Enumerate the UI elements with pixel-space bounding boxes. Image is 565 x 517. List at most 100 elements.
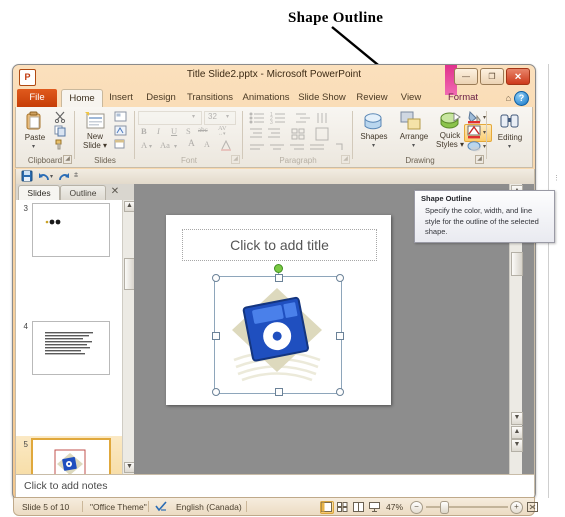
- tab-design[interactable]: Design: [141, 89, 181, 107]
- thumbnail-slide-4[interactable]: 4: [16, 318, 123, 377]
- slide-show-view-button[interactable]: [368, 501, 382, 514]
- panel-tab-slides[interactable]: Slides: [18, 185, 60, 201]
- editing-button-label[interactable]: Editing: [490, 133, 530, 142]
- reading-view-button[interactable]: [352, 501, 366, 514]
- format-painter-icon[interactable]: [54, 139, 66, 151]
- help-icon[interactable]: ?: [514, 91, 529, 106]
- shapes-icon[interactable]: [362, 110, 386, 132]
- restore-button[interactable]: ❐: [480, 68, 504, 85]
- thumbnail-slide-5[interactable]: 5: [16, 436, 123, 474]
- drawing-dialog-launcher[interactable]: ◢: [475, 155, 484, 164]
- binoculars-icon[interactable]: [500, 112, 520, 130]
- shape-fill-icon[interactable]: [467, 110, 482, 124]
- font-color-button[interactable]: A: [141, 140, 147, 150]
- change-case-caret[interactable]: ▾: [174, 143, 177, 150]
- zoom-out-button[interactable]: −: [410, 501, 423, 514]
- handle-top-center[interactable]: [275, 274, 283, 282]
- paste-dropdown-caret[interactable]: ▾: [32, 143, 35, 150]
- zoom-in-button[interactable]: +: [510, 501, 523, 514]
- handle-bottom-right[interactable]: [336, 388, 344, 396]
- handle-top-left[interactable]: [212, 274, 220, 282]
- text-shadow-button[interactable]: S: [186, 126, 191, 136]
- font-color-caret[interactable]: ▾: [149, 143, 152, 150]
- editing-caret[interactable]: ▾: [508, 143, 511, 150]
- rotation-handle[interactable]: [274, 264, 283, 273]
- stage-scroll-thumb[interactable]: [511, 252, 523, 276]
- language-status[interactable]: English (Canada): [176, 502, 242, 512]
- panel-tab-outline[interactable]: Outline: [60, 185, 106, 201]
- zoom-level[interactable]: 47%: [386, 502, 403, 512]
- paste-button-label[interactable]: Paste: [18, 133, 52, 142]
- customize-qat-icon[interactable]: ⩲: [74, 172, 78, 180]
- previous-slide-button[interactable]: ▲: [511, 426, 523, 439]
- save-icon[interactable]: [21, 170, 33, 182]
- shapes-button-label[interactable]: Shapes: [354, 132, 394, 141]
- new-slide-button[interactable]: New Slide ▾: [80, 132, 110, 150]
- character-spacing-caret[interactable]: ↔▾: [218, 131, 226, 137]
- bold-button[interactable]: B: [141, 126, 147, 136]
- tab-animations[interactable]: Animations: [239, 89, 293, 107]
- zoom-slider-track[interactable]: [426, 506, 508, 508]
- font-name-caret[interactable]: ▾: [192, 113, 195, 120]
- section-icon[interactable]: [114, 139, 128, 151]
- undo-caret[interactable]: ▾: [50, 173, 53, 180]
- italic-button[interactable]: I: [157, 126, 160, 136]
- tab-review[interactable]: Review: [351, 89, 393, 107]
- cut-icon[interactable]: [54, 111, 66, 123]
- slide-thumbnail-list[interactable]: 3 4 5: [16, 200, 123, 474]
- new-slide-icon[interactable]: [84, 111, 106, 131]
- shape-effects-icon[interactable]: [467, 140, 482, 153]
- arrange-button-label[interactable]: Arrange: [394, 132, 434, 141]
- notes-pane[interactable]: Click to add notes: [15, 474, 535, 499]
- spellcheck-icon[interactable]: [155, 501, 168, 512]
- paste-icon[interactable]: [24, 111, 44, 131]
- shape-outline-icon[interactable]: [467, 125, 482, 139]
- quick-styles-icon[interactable]: [438, 110, 462, 132]
- paragraph-dialog-launcher[interactable]: ◢: [341, 155, 350, 164]
- handle-middle-left[interactable]: [212, 332, 220, 340]
- font-dialog-launcher[interactable]: ◢: [231, 155, 240, 164]
- theme-name[interactable]: "Office Theme": [90, 502, 147, 512]
- minimize-ribbon-icon[interactable]: ⌂: [506, 93, 511, 103]
- thumbnail-slide-3[interactable]: 3: [16, 200, 123, 259]
- tab-home[interactable]: Home: [61, 89, 103, 108]
- slide-sorter-view-button[interactable]: [336, 501, 350, 514]
- slides-panel-scrollbar[interactable]: ▲ ▼: [122, 200, 135, 474]
- underline-button[interactable]: U: [171, 126, 177, 136]
- panel-close-icon[interactable]: ✕: [108, 185, 122, 200]
- title-placeholder[interactable]: Click to add title: [182, 229, 377, 261]
- stage-scroll-down-arrow[interactable]: ▼: [511, 412, 523, 425]
- next-slide-button[interactable]: ▼: [511, 439, 523, 452]
- tab-view[interactable]: View: [395, 89, 427, 107]
- tab-transitions[interactable]: Transitions: [183, 89, 237, 107]
- notes-placeholder[interactable]: Click to add notes: [24, 480, 107, 492]
- quick-styles-button[interactable]: Quick Styles ▾: [432, 131, 468, 149]
- minimize-button[interactable]: —: [454, 68, 478, 85]
- close-button[interactable]: ✕: [506, 68, 530, 85]
- layout-icon[interactable]: [114, 111, 128, 123]
- clear-formatting-icon[interactable]: [220, 140, 232, 151]
- undo-icon[interactable]: [38, 171, 50, 182]
- change-case-button[interactable]: Aa: [160, 140, 170, 150]
- grow-font-button[interactable]: A: [188, 139, 195, 149]
- copy-icon[interactable]: [54, 125, 66, 137]
- handle-bottom-left[interactable]: [212, 388, 220, 396]
- tab-format[interactable]: Format: [441, 89, 485, 107]
- paragraph-icons[interactable]: 1 2 3: [248, 111, 348, 153]
- tab-slide-show[interactable]: Slide Show: [295, 89, 349, 107]
- shapes-caret[interactable]: ▾: [372, 142, 375, 149]
- current-slide[interactable]: Click to add title: [166, 215, 391, 405]
- clipboard-dialog-launcher[interactable]: ◢: [63, 155, 72, 164]
- strikethrough-button[interactable]: abc: [198, 126, 208, 134]
- arrange-caret[interactable]: ▾: [412, 142, 415, 149]
- handle-bottom-center[interactable]: [275, 388, 283, 396]
- arrange-icon[interactable]: [400, 110, 424, 132]
- handle-middle-right[interactable]: [336, 332, 344, 340]
- normal-view-button[interactable]: [320, 501, 334, 514]
- shape-selection-box[interactable]: [212, 264, 344, 396]
- font-size-caret[interactable]: ▾: [226, 113, 229, 120]
- handle-top-right[interactable]: [336, 274, 344, 282]
- tab-insert[interactable]: Insert: [103, 89, 139, 107]
- fit-to-window-button[interactable]: [526, 501, 540, 514]
- tab-file[interactable]: File: [17, 89, 57, 107]
